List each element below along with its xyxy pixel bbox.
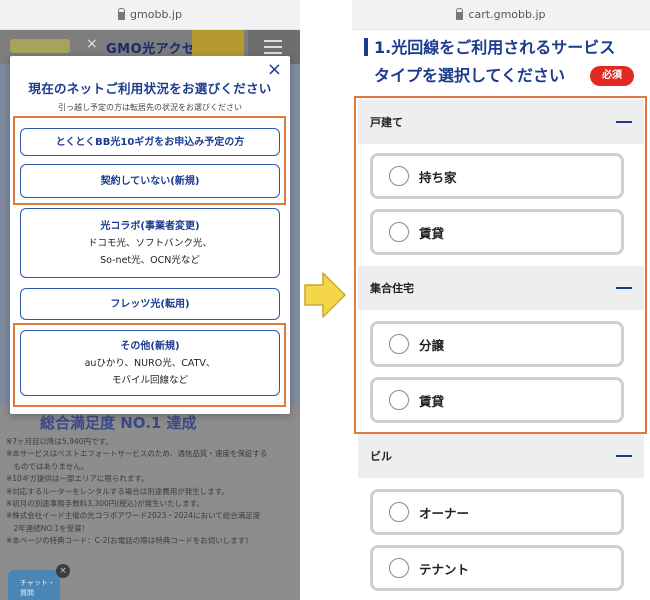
section-building[interactable]: ビル (358, 434, 644, 478)
option-flets-button[interactable]: フレッツ光(転用) (20, 288, 280, 320)
url-text: cart.gmobb.jp (468, 8, 546, 21)
lock-icon (456, 7, 464, 20)
note-line: ※対応するルーターをレンタルする場合は別途費用が発生します。 (6, 486, 230, 496)
collapse-minus-icon[interactable] (616, 455, 632, 457)
chat-close-icon[interactable]: × (56, 564, 70, 578)
modal-title: 現在のネットご利用状況をお選びください (28, 81, 272, 96)
note-line: ※10ギガ提供は一部エリアに限られます。 (6, 474, 149, 484)
address-bar[interactable]: gmobb.jp (0, 0, 300, 30)
tokutoku-bb-logo (10, 39, 70, 53)
close-icon[interactable]: × (267, 61, 282, 79)
highlight-frame-right (354, 96, 647, 434)
lock-icon (118, 7, 126, 20)
section-label: ビル (370, 450, 392, 463)
option-label: フレッツ光(転用) (110, 298, 190, 310)
radio-option-owner[interactable]: オーナー (370, 489, 624, 535)
note-line: ※7ヶ月目以降は5,940円です。 (6, 437, 113, 446)
highlight-frame-bottom (13, 323, 286, 407)
note-line: ※初月の別途事務手数料3,300円(税込)が発生いたします。 (6, 499, 204, 509)
required-badge: 必須 (590, 66, 634, 86)
radio-label: オーナー (419, 505, 470, 521)
option-detail: ドコモ光、ソフトバンク光、 (88, 237, 212, 249)
title-accent-bar (364, 38, 368, 56)
highlight-frame-top (13, 116, 286, 205)
modal-subtitle: 引っ越し予定の方は転居先の状況をお選びください (58, 103, 242, 112)
option-label: 光コラボ(事業者変更) (100, 220, 200, 232)
radio-option-tenant[interactable]: テナント (370, 545, 624, 591)
radio-button[interactable] (389, 502, 409, 522)
award-heading: 総合満足度 NO.1 達成 (40, 414, 197, 432)
logo-separator: × (86, 36, 98, 52)
radio-label: テナント (419, 561, 470, 577)
radio-button[interactable] (389, 558, 409, 578)
note-line: ※本ページの特典コード：C-2(お電話の際は特典コードをお伺いします) (6, 536, 249, 546)
right-phone-screen: cart.gmobb.jp 1.光回線をご利用されるサービス タイプを選択してく… (352, 0, 650, 600)
arrow-right-icon (304, 272, 346, 318)
chat-label: チャット・質問 (20, 579, 55, 597)
option-hikari-collabo-button[interactable]: 光コラボ(事業者変更) ドコモ光、ソフトバンク光、 So-net光、OCN光など (20, 208, 280, 278)
page-title-line: 1.光回線をご利用されるサービス (374, 38, 616, 57)
address-bar[interactable]: cart.gmobb.jp (352, 0, 650, 30)
option-detail: So-net光、OCN光など (100, 254, 200, 266)
note-line: ※本サービスはベストエフォートサービスのため、通信品質・速度を保証する (6, 449, 268, 459)
notes-list: ※7ヶ月目以降は5,940円です。 ※本サービスはベストエフォートサービスのため… (6, 436, 296, 548)
note-line: ※株式会社イード主催の光コラボアワード2023・2024において総合満足度 (6, 511, 261, 521)
note-line: 2年連続NO.1を受賞！ (6, 523, 90, 533)
note-line: ものではありません。 (6, 461, 89, 471)
chat-widget-button[interactable]: チャット・質問 (8, 570, 60, 600)
url-text: gmobb.jp (130, 8, 182, 21)
left-phone-screen: gmobb.jp × GMO光アクセス 総合満足度 NO.1 達成 ※7ヶ月目以… (0, 0, 300, 600)
